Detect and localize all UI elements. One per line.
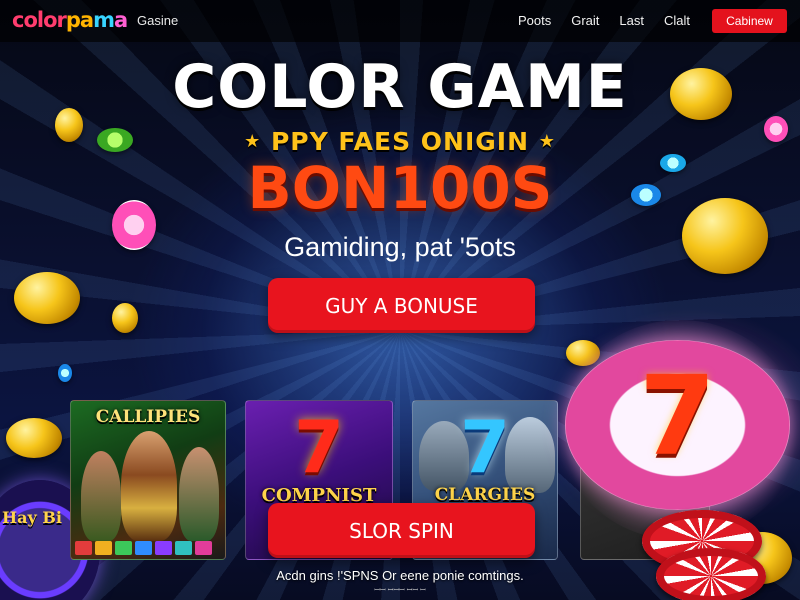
star-icon: ★ [538,131,556,152]
site-logo[interactable]: colorpama [12,8,128,32]
nav-links: Poots Grait Last Clalt [518,13,690,28]
nav-link-clalt[interactable]: Clalt [664,13,690,28]
character-figure [121,431,177,541]
hero-tagline: PPY FAES ONIGIN [270,127,530,156]
logo-part: pa [65,8,94,32]
footer-small-print: ꟷꟷ ꟷꟷꟷ ꟷꟷ ꟷ [374,587,426,594]
hero-bonus: BON100S [247,154,553,222]
seven-symbol-icon: 7 [293,405,345,489]
logo-part: m [93,8,115,32]
hero-tagline-row: ★ PPY FAES ONIGIN ★ [0,127,800,156]
seven-symbol-icon: 7 [459,405,511,489]
footer-text: Acdn gins !'SPNS Or eene ponie comtings. [276,568,524,583]
coin-icon [112,303,138,333]
seven-symbol-icon: 7 [639,352,716,480]
game-title: CALLIPIES [95,407,201,427]
hero-title: COLOR GAME [172,52,628,122]
bonus-cta-button[interactable]: GUY A BONUSE [268,278,535,333]
hero-subtitle: Gamiding, pat '5ots [284,232,516,262]
nav-subtitle: Gasine [137,13,179,28]
character-figure [179,447,219,541]
nav-link-last[interactable]: Last [619,13,644,28]
coin-icon [14,272,80,324]
spin-button[interactable]: SLOR SPIN [268,503,535,558]
roulette-label: Hay Bi [2,508,62,527]
nav-cta-button[interactable]: Cabinew [712,9,787,33]
character-figure [81,451,121,541]
game-title: CLARGIES [434,485,536,505]
coin-icon [6,418,62,458]
star-icon: ★ [244,131,262,152]
nav-link-poots[interactable]: Poots [518,13,551,28]
game-tile-callipies[interactable]: CALLIPIES [70,400,226,560]
logo-part: a [113,8,128,32]
top-nav: colorpama Gasine Poots Grait Last Clalt … [0,0,800,42]
tile-icon-bar [75,541,212,555]
poker-chip-icon [58,364,72,382]
logo-part: color [12,8,67,32]
nav-link-grait[interactable]: Grait [571,13,599,28]
